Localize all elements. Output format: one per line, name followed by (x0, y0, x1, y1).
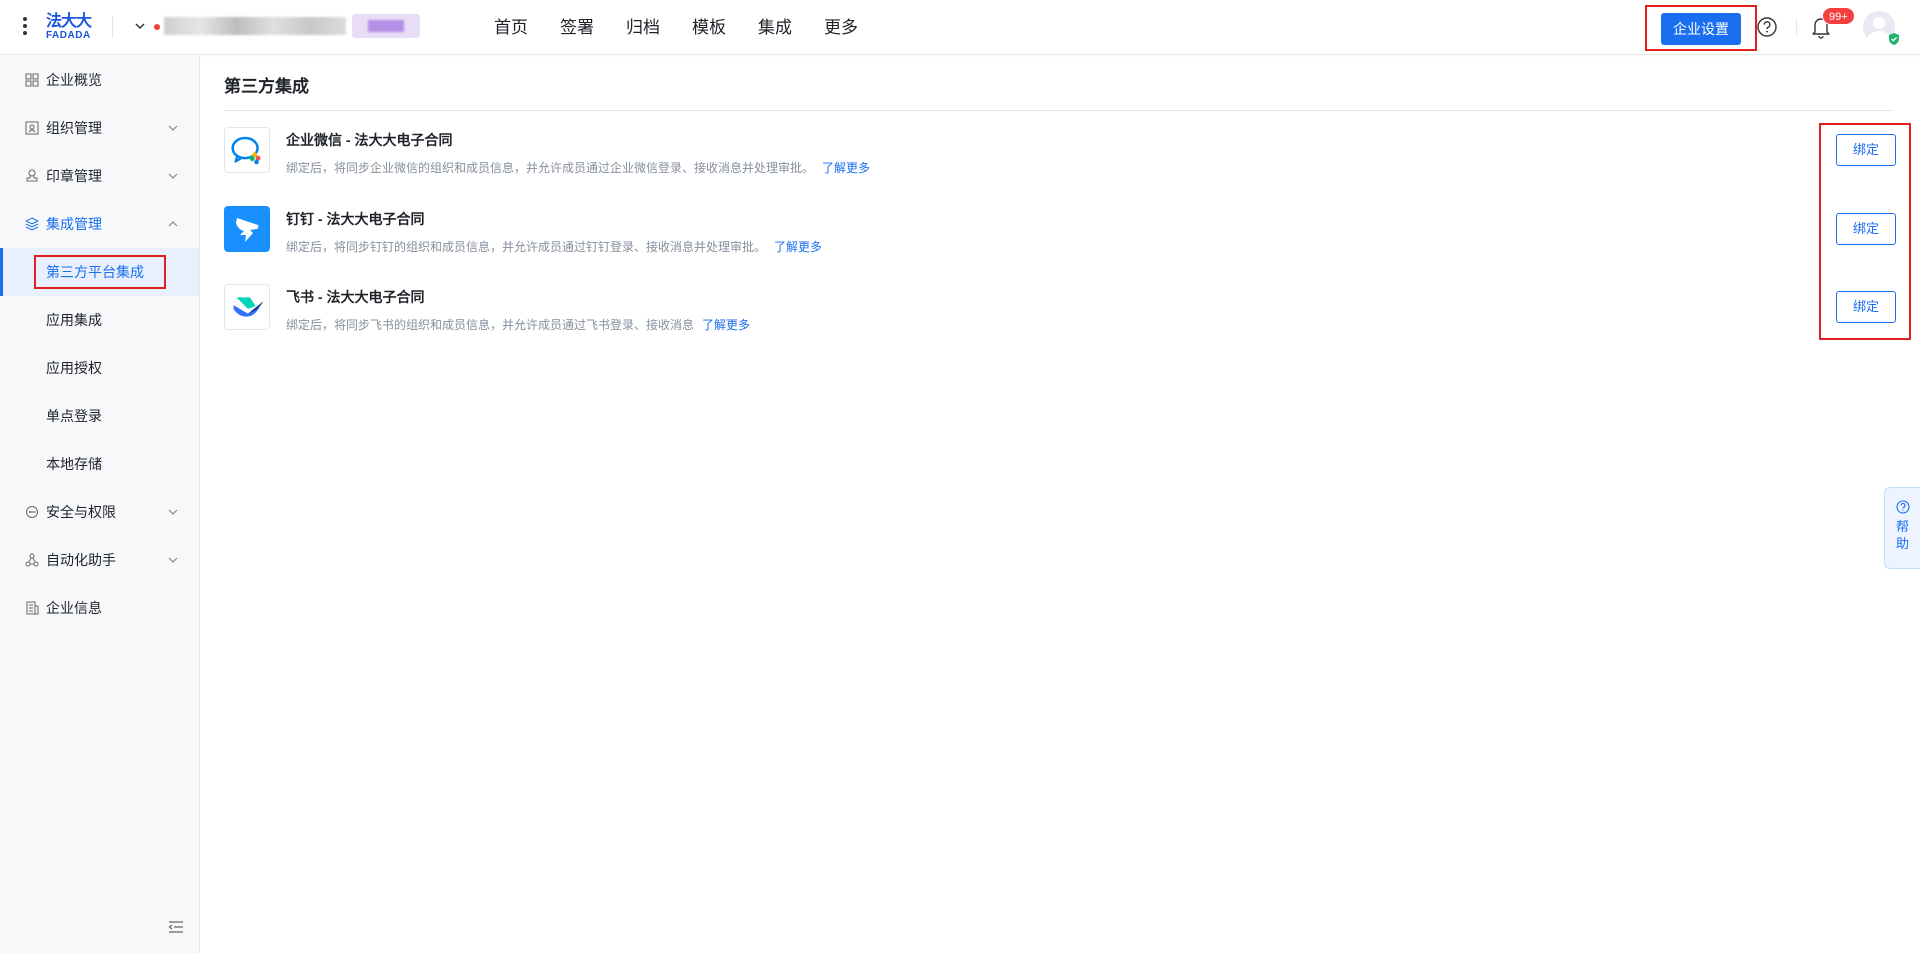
company-info-icon (26, 601, 39, 615)
nav-more[interactable]: 更多 (824, 0, 858, 55)
chevron-down-icon (168, 557, 178, 563)
org-tag-redacted (352, 14, 420, 38)
sidebar-item-label: 印章管理 (46, 168, 102, 184)
collapse-sidebar-icon[interactable] (168, 920, 184, 934)
help-float-button[interactable]: 帮 助 (1884, 487, 1920, 569)
automation-icon (25, 553, 39, 567)
learn-more-link[interactable]: 了解更多 (774, 240, 822, 254)
integration-desc-text: 绑定后，将同步钉钉的组织和成员信息，并允许成员通过钉钉登录、接收消息并处理审批。 (286, 240, 767, 254)
sidebar-item-company-info[interactable]: 企业信息 (0, 584, 199, 632)
chevron-up-icon (168, 221, 178, 227)
sidebar-subitem-label: 应用授权 (46, 360, 102, 376)
org-name-redacted[interactable] (164, 17, 346, 35)
sidebar-subitem-label: 单点登录 (46, 408, 102, 424)
nav-integration[interactable]: 集成 (758, 0, 792, 55)
nav-archive[interactable]: 归档 (626, 0, 660, 55)
page-title: 第三方集成 (224, 77, 309, 96)
help-icon[interactable] (1756, 16, 1778, 38)
sidebar: 企业概览 组织管理 印章管理 集成管理 第三方平台集成 应用集成 应用授权 单点… (0, 56, 200, 953)
sidebar-item-integration[interactable]: 集成管理 (0, 200, 199, 248)
top-nav: 首页 签署 归档 模板 集成 更多 (494, 0, 890, 55)
integration-row-feishu: 飞书 - 法大大电子合同 绑定后，将同步飞书的组织和成员信息，并允许成员通过飞书… (224, 284, 1896, 344)
help-label-1: 帮 (1895, 519, 1909, 534)
sidebar-subitem-label: 本地存储 (46, 456, 102, 472)
sidebar-item-label: 企业信息 (46, 600, 102, 616)
sidebar-item-label: 组织管理 (46, 120, 102, 136)
nav-template[interactable]: 模板 (692, 0, 726, 55)
sidebar-item-label: 集成管理 (46, 216, 102, 232)
sidebar-item-automation[interactable]: 自动化助手 (0, 536, 199, 584)
verified-shield-icon (1889, 33, 1899, 45)
enterprise-settings-highlight: 企业设置 (1645, 5, 1757, 51)
chevron-down-icon[interactable] (133, 19, 147, 33)
sidebar-subitem-sso[interactable]: 单点登录 (0, 392, 199, 440)
sidebar-item-label: 企业概览 (46, 72, 102, 88)
security-icon (26, 506, 38, 518)
integration-desc: 绑定后，将同步钉钉的组织和成员信息，并允许成员通过钉钉登录、接收消息并处理审批。… (286, 238, 822, 255)
bind-buttons-highlight (1819, 123, 1911, 340)
fadada-logo[interactable]: 法大大 FADADA (46, 13, 98, 43)
logo-text: 法大大 (46, 13, 92, 30)
integration-desc-text: 绑定后，将同步飞书的组织和成员信息，并允许成员通过飞书登录、接收消息 (286, 318, 695, 332)
sidebar-item-overview[interactable]: 企业概览 (0, 56, 199, 104)
integration-name: 飞书 - 法大大电子合同 (286, 289, 425, 305)
title-divider (224, 110, 1894, 111)
sidebar-subitem-app-auth[interactable]: 应用授权 (0, 344, 199, 392)
dingtalk-icon (224, 206, 270, 252)
sidebar-subitem-app-integration[interactable]: 应用集成 (0, 296, 199, 344)
help-label-2: 助 (1895, 536, 1909, 551)
more-menu-icon[interactable] (22, 17, 28, 37)
enterprise-settings-button[interactable]: 企业设置 (1661, 13, 1741, 45)
top-header: 法大大 FADADA 首页 签署 归档 模板 集成 更多 企业设置 99+ (0, 0, 1920, 55)
logo-subtext: FADADA (46, 30, 91, 41)
org-status-dot (154, 24, 160, 30)
chevron-down-icon (168, 125, 178, 131)
integration-desc: 绑定后，将同步飞书的组织和成员信息，并允许成员通过飞书登录、接收消息 了解更多 (286, 316, 750, 333)
nav-sign[interactable]: 签署 (560, 0, 594, 55)
feishu-icon (224, 284, 270, 330)
integration-desc: 绑定后，将同步企业微信的组织和成员信息，并允许成员通过企业微信登录、接收消息并处… (286, 159, 870, 176)
nav-home[interactable]: 首页 (494, 0, 528, 55)
sidebar-item-security[interactable]: 安全与权限 (0, 488, 199, 536)
integration-row-wecom: 企业微信 - 法大大电子合同 绑定后，将同步企业微信的组织和成员信息，并允许成员… (224, 127, 1896, 187)
chevron-down-icon (168, 509, 178, 515)
integration-row-dingtalk: 钉钉 - 法大大电子合同 绑定后，将同步钉钉的组织和成员信息，并允许成员通过钉钉… (224, 206, 1896, 266)
overview-icon (25, 73, 39, 87)
integration-name: 钉钉 - 法大大电子合同 (286, 211, 425, 227)
sidebar-item-org[interactable]: 组织管理 (0, 104, 199, 152)
integration-name: 企业微信 - 法大大电子合同 (286, 132, 453, 148)
third-party-highlight (34, 255, 166, 289)
help-icon (1895, 500, 1910, 514)
header-separator (1796, 18, 1797, 36)
sidebar-item-label: 自动化助手 (46, 552, 116, 568)
wecom-icon (224, 127, 270, 173)
sidebar-item-seal[interactable]: 印章管理 (0, 152, 199, 200)
notification-badge: 99+ (1822, 7, 1855, 25)
chevron-down-icon (168, 173, 178, 179)
learn-more-link[interactable]: 了解更多 (702, 318, 750, 332)
sidebar-subitem-label: 应用集成 (46, 312, 102, 328)
org-icon (25, 121, 39, 135)
seal-icon (26, 169, 38, 182)
integration-desc-text: 绑定后，将同步企业微信的组织和成员信息，并允许成员通过企业微信登录、接收消息并处… (286, 161, 815, 175)
header-divider (112, 16, 113, 38)
sidebar-item-label: 安全与权限 (46, 504, 116, 520)
learn-more-link[interactable]: 了解更多 (822, 161, 870, 175)
sidebar-subitem-third-party[interactable]: 第三方平台集成 (0, 248, 199, 296)
sidebar-subitem-local-storage[interactable]: 本地存储 (0, 440, 199, 488)
integration-icon (25, 217, 39, 231)
